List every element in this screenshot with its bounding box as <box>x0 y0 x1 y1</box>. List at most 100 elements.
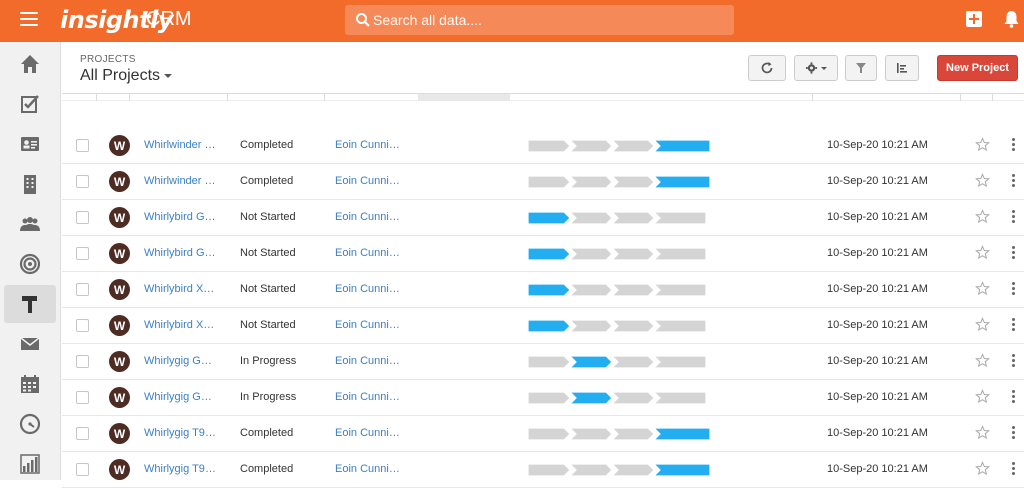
sort-indicator[interactable] <box>418 94 510 101</box>
more-options-icon[interactable] <box>1012 318 1016 332</box>
star-icon[interactable] <box>975 173 990 188</box>
more-options-icon[interactable] <box>1012 246 1016 260</box>
project-status: In Progress <box>240 391 297 403</box>
project-owner-link[interactable]: Eoin Cunningham <box>335 283 405 295</box>
top-bar: insightly CRM <box>0 0 1024 42</box>
row-checkbox[interactable] <box>76 247 89 260</box>
table-row[interactable]: W Whirlygig T9 Launch Completed Eoin Cun… <box>62 416 1024 452</box>
table-row[interactable]: W Whirlygig G2 Refresh In Progress Eoin … <box>62 344 1024 380</box>
more-options-icon[interactable] <box>1012 174 1016 188</box>
target-icon <box>19 253 41 275</box>
row-checkbox[interactable] <box>76 139 89 152</box>
row-checkbox[interactable] <box>76 283 89 296</box>
star-icon[interactable] <box>975 245 990 260</box>
row-checkbox[interactable] <box>76 391 89 404</box>
star-icon[interactable] <box>975 389 990 404</box>
stage-segment <box>528 464 571 476</box>
project-owner-link[interactable]: Eoin Cunningham <box>335 139 405 151</box>
columns-button[interactable] <box>885 55 919 81</box>
row-checkbox[interactable] <box>76 463 89 476</box>
more-options-icon[interactable] <box>1012 354 1016 368</box>
project-name-link[interactable]: Whirlybird X2 Launch <box>144 319 216 331</box>
star-icon[interactable] <box>975 353 990 368</box>
table-row[interactable]: W Whirlybird G4 Launch Not Started Eoin … <box>62 236 1024 272</box>
row-checkbox[interactable] <box>76 319 89 332</box>
project-name-link[interactable]: Whirlybird G4 Launch <box>144 247 216 259</box>
sidebar-item-reports[interactable] <box>4 445 56 483</box>
row-checkbox[interactable] <box>76 211 89 224</box>
star-icon[interactable] <box>975 461 990 476</box>
project-name-link[interactable]: Whirlwinder Wi-Fi Pro <box>144 139 216 151</box>
project-owner-link[interactable]: Eoin Cunningham <box>335 391 405 403</box>
more-options-icon[interactable] <box>1012 462 1016 476</box>
refresh-button[interactable] <box>748 55 786 81</box>
project-owner-link[interactable]: Eoin Cunningham <box>335 319 405 331</box>
project-owner-link[interactable]: Eoin Cunningham <box>335 355 405 367</box>
pipeline-progress[interactable] <box>528 320 718 332</box>
sidebar-item-home[interactable] <box>4 45 56 83</box>
add-icon[interactable] <box>966 11 982 27</box>
project-name-link[interactable]: Whirlybird G3 Launch <box>144 211 216 223</box>
sidebar-item-leads[interactable] <box>4 205 56 243</box>
project-owner-link[interactable]: Eoin Cunningham <box>335 211 405 223</box>
more-options-icon[interactable] <box>1012 210 1016 224</box>
filter-button[interactable] <box>845 55 877 81</box>
view-selector[interactable]: All Projects <box>80 67 173 85</box>
project-name-link[interactable]: Whirlygig T9 Launch <box>144 427 216 439</box>
more-options-icon[interactable] <box>1012 390 1016 404</box>
settings-button[interactable] <box>794 55 838 81</box>
pipeline-progress[interactable] <box>528 464 718 476</box>
more-options-icon[interactable] <box>1012 426 1016 440</box>
pipeline-progress[interactable] <box>528 392 718 404</box>
sidebar-item-dashboards[interactable] <box>4 405 56 443</box>
star-icon[interactable] <box>975 281 990 296</box>
new-project-button[interactable]: New Project <box>937 55 1018 81</box>
star-icon[interactable] <box>975 209 990 224</box>
project-owner-link[interactable]: Eoin Cunningham <box>335 427 405 439</box>
bell-icon[interactable] <box>1003 10 1020 28</box>
menu-icon[interactable] <box>20 12 38 28</box>
pipeline-progress[interactable] <box>528 356 718 368</box>
star-icon[interactable] <box>975 137 990 152</box>
sidebar-item-emails[interactable] <box>4 325 56 363</box>
pipeline-progress[interactable] <box>528 212 718 224</box>
pipeline-progress[interactable] <box>528 428 718 440</box>
sidebar-item-organizations[interactable] <box>4 165 56 203</box>
more-options-icon[interactable] <box>1012 138 1016 152</box>
pipeline-progress[interactable] <box>528 176 718 188</box>
pipeline-progress[interactable] <box>528 140 718 152</box>
project-name-link[interactable]: Whirlygig T9 Update <box>144 463 216 475</box>
stage-segment <box>528 284 571 296</box>
table-row[interactable]: W Whirlybird G3 Launch Not Started Eoin … <box>62 200 1024 236</box>
project-name-link[interactable]: Whirlygig G2 Refresh <box>144 355 216 367</box>
project-name-link[interactable]: Whirlygig G2 Update <box>144 391 216 403</box>
pipeline-progress[interactable] <box>528 248 718 260</box>
more-options-icon[interactable] <box>1012 282 1016 296</box>
table-row[interactable]: W Whirlwinder Wi-Fi Pro Completed Eoin C… <box>62 128 1024 164</box>
row-checkbox[interactable] <box>76 427 89 440</box>
star-icon[interactable] <box>975 425 990 440</box>
row-checkbox[interactable] <box>76 355 89 368</box>
sidebar-item-contacts[interactable] <box>4 125 56 163</box>
table-row[interactable]: W Whirlybird X2 Launch Not Started Eoin … <box>62 308 1024 344</box>
table-row[interactable]: W Whirlygig T9 Update Completed Eoin Cun… <box>62 452 1024 488</box>
search-input[interactable] <box>373 5 723 35</box>
project-owner-link[interactable]: Eoin Cunningham <box>335 463 405 475</box>
sidebar-item-projects[interactable] <box>4 285 56 323</box>
table-row[interactable]: W Whirlwinder Wi-Fi Max Completed Eoin C… <box>62 164 1024 200</box>
sidebar-item-calendar[interactable] <box>4 365 56 403</box>
project-owner-link[interactable]: Eoin Cunningham <box>335 175 405 187</box>
stage-segment <box>611 356 655 368</box>
project-name-link[interactable]: Whirlwinder Wi-Fi Max <box>144 175 216 187</box>
project-owner-link[interactable]: Eoin Cunningham <box>335 247 405 259</box>
sidebar-item-tasks[interactable] <box>4 85 56 123</box>
row-checkbox[interactable] <box>76 175 89 188</box>
pipeline-progress[interactable] <box>528 284 718 296</box>
project-name-link[interactable]: Whirlybird X1 Launch <box>144 283 216 295</box>
table-row[interactable]: W Whirlybird X1 Launch Not Started Eoin … <box>62 272 1024 308</box>
table-header <box>62 93 1024 101</box>
sidebar-item-opportunities[interactable] <box>4 245 56 283</box>
star-icon[interactable] <box>975 317 990 332</box>
table-row[interactable]: W Whirlygig G2 Update In Progress Eoin C… <box>62 380 1024 416</box>
stage-segment <box>528 356 571 368</box>
